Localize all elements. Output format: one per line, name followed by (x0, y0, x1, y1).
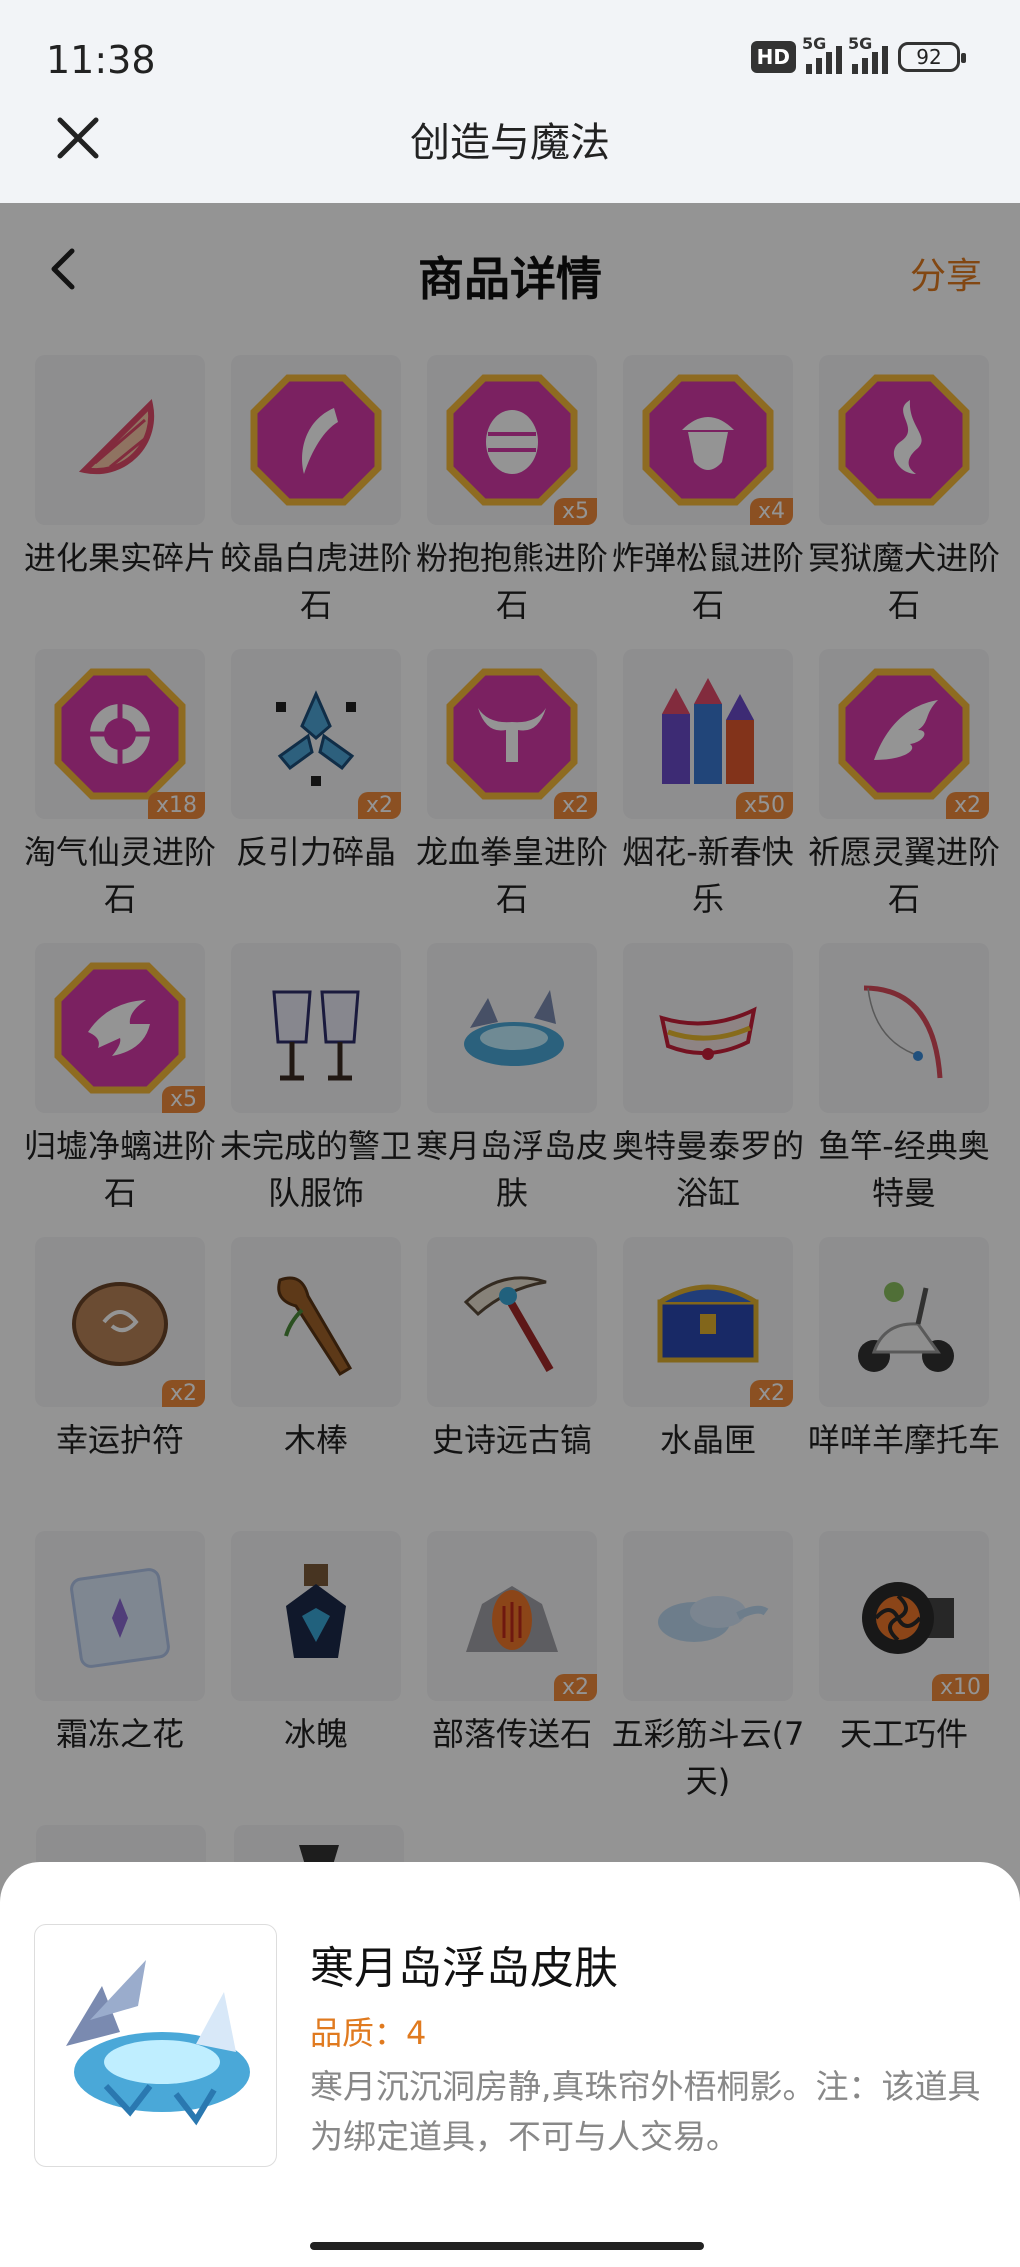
status-icons: HD 5G 5G 92 (750, 34, 966, 74)
item-detail-sheet: 寒月岛浮岛皮肤 品质：4 寒月沉沉洞房静,真珠帘外梧桐影。注：该道具为绑定道具，… (0, 1862, 1020, 2267)
home-indicator[interactable] (310, 2242, 704, 2250)
item-title: 寒月岛浮岛皮肤 (310, 1943, 618, 1994)
hd-badge: HD (750, 41, 796, 73)
floating-island-icon (34, 1924, 277, 2167)
status-time: 11:38 (46, 38, 156, 82)
signal-icon-2: 5G (848, 34, 888, 74)
app-bar: 创造与魔法 (0, 90, 1020, 202)
app-title: 创造与魔法 (410, 120, 610, 166)
battery-icon: 92 (898, 42, 966, 72)
item-quality: 品质：4 (310, 2014, 427, 2052)
item-description: 寒月沉沉洞房静,真珠帘外梧桐影。注：该道具为绑定道具，不可与人交易。 (310, 2067, 981, 2156)
signal-icon: 5G (802, 34, 842, 74)
